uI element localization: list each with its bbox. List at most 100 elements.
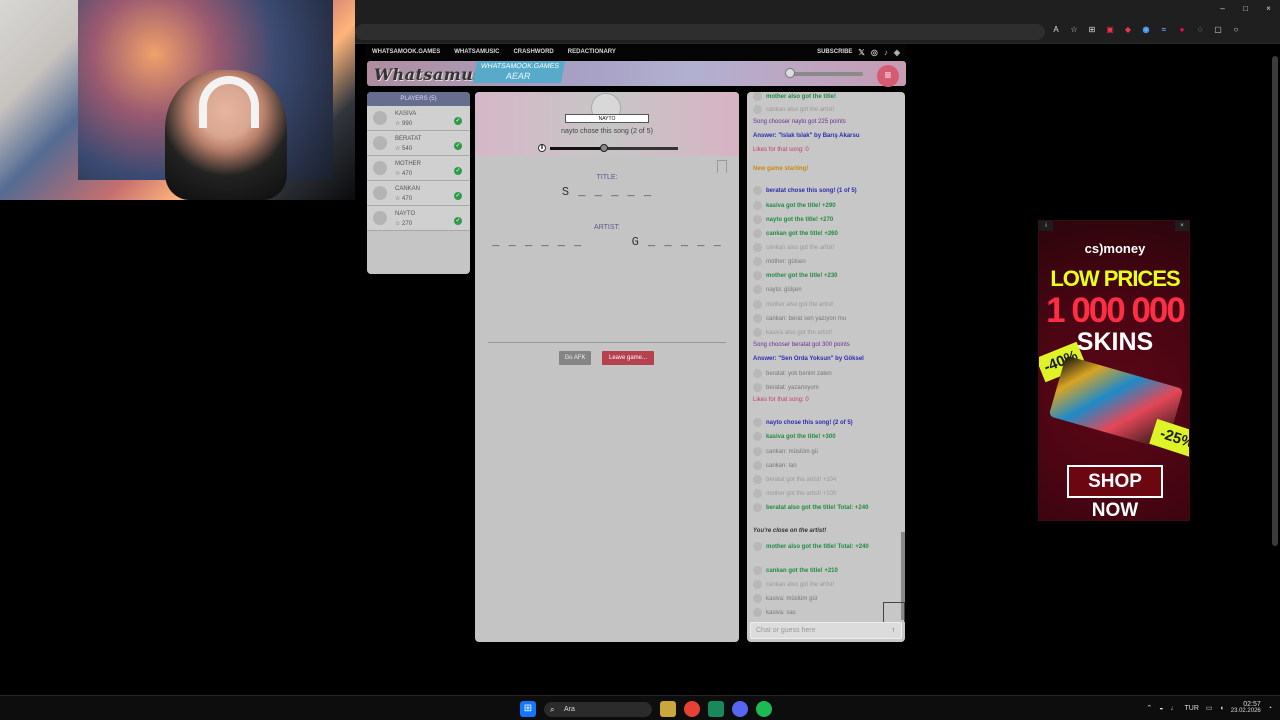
ad-amount: 1 000 000 <box>1046 291 1186 330</box>
volume-knob[interactable] <box>785 68 795 78</box>
extension-icon-8[interactable]: ▢ <box>1212 24 1224 36</box>
artist-value: _ _ _ _ _ _ G _ _ _ _ _ <box>492 235 722 249</box>
chat-message: Likes for that song: 0 <box>753 397 896 404</box>
close-icon[interactable]: × <box>1257 2 1280 16</box>
taskbar-search[interactable]: ⌕ Ara <box>544 701 652 717</box>
clock[interactable]: 02:57 23.02.2026 <box>1231 701 1261 715</box>
bookmark-icon[interactable] <box>717 160 727 173</box>
chooser-text: nayto chose this song (2 of 5) <box>561 128 653 135</box>
avatar <box>373 186 387 200</box>
notification-icon[interactable]: ◔ <box>1268 705 1272 712</box>
nav-home[interactable]: WHATSAMOOK.GAMES <box>372 49 440 55</box>
chat-message: kasiva got the title! +300 <box>753 432 896 441</box>
ad-shop-button[interactable]: SHOP NOW <box>1067 465 1163 520</box>
discord-icon[interactable]: ◈ <box>894 48 900 57</box>
chat-message: beratat chose this song! (1 of 5) <box>753 186 896 195</box>
title-label: TITLE: <box>596 174 618 181</box>
tray-expand-icon[interactable]: ⌃ <box>1146 704 1152 712</box>
leave-game-button[interactable]: Leave game... <box>602 351 654 365</box>
player-name: KASIVA <box>395 111 417 117</box>
extension-icon-2[interactable]: ▣ <box>1104 24 1116 36</box>
avatar <box>753 201 762 210</box>
nav-redactionary[interactable]: REDACTIONARY <box>568 49 616 55</box>
featured-banner[interactable]: WHATSAMOOK.GAMES AEAR <box>473 61 565 83</box>
go-afk-button[interactable]: Go AFK <box>559 351 591 365</box>
taskbar-center: ⊞ ⌕ Ara <box>520 701 772 717</box>
chrome-icon[interactable] <box>684 701 700 717</box>
song-progress-knob[interactable] <box>599 144 608 152</box>
send-icon[interactable]: ↑ <box>892 627 896 634</box>
tiktok-icon[interactable]: ♪ <box>884 48 888 57</box>
ad-close-icon[interactable]: × <box>1175 221 1189 231</box>
language-indicator[interactable]: TUR <box>1184 705 1198 712</box>
volume-slider[interactable] <box>787 72 863 76</box>
spotify-icon[interactable] <box>756 701 772 717</box>
address-bar[interactable] <box>355 24 1045 40</box>
instagram-icon[interactable]: ◎ <box>871 48 878 57</box>
chat-message: Answer: "Sen Orda Yoksun" by Göksel <box>753 356 896 363</box>
chat-message: mother got the artist! +100 <box>753 489 896 498</box>
start-icon[interactable]: ⊞ <box>520 701 536 717</box>
chat-message: cankan: lan <box>753 461 896 470</box>
extension-icon-4[interactable]: ◉ <box>1140 24 1152 36</box>
subscribe-link[interactable]: SUBSCRIBE <box>817 49 852 55</box>
chat-message-text: cankan: berat sen yazıyon mu <box>766 316 847 323</box>
chat-panel: mother also got the title! cankan also go… <box>747 92 905 642</box>
chat-message: nayto chose this song! (2 of 5) <box>753 418 896 427</box>
chat-message-text: cankan got the title! +210 <box>766 568 838 575</box>
chooser-name: NAYTO <box>565 114 649 123</box>
network-icon[interactable]: ◒ <box>1159 705 1163 712</box>
monitor-icon[interactable]: ▭ <box>1206 704 1213 712</box>
extension-icon-3[interactable]: ◆ <box>1122 24 1134 36</box>
avatar <box>753 447 762 456</box>
song-progress[interactable] <box>550 144 678 152</box>
avatar <box>373 161 387 175</box>
chat-input[interactable]: Chat or guess here ↑ <box>750 622 902 639</box>
bookmark-star-icon[interactable]: ☆ <box>1068 24 1080 36</box>
extension-icon-6[interactable]: ● <box>1176 24 1188 36</box>
players-panel: PLAYERS (5) KASIVA ☆ 990 ✓ BERATAT ☆ 540… <box>367 92 470 274</box>
microphone-icon[interactable]: ♩ <box>1170 705 1177 712</box>
profile-icon[interactable]: ○ <box>1230 24 1242 36</box>
cs-money-ad[interactable]: i × cs)money LOW PRICES 1 000 000 SKINS … <box>1038 220 1190 521</box>
player-score: ☆ 990 <box>395 121 413 127</box>
chat-message-text: beratat: yazamıyom <box>766 385 819 392</box>
avatar <box>753 542 762 551</box>
minimize-icon[interactable]: – <box>1211 2 1234 16</box>
player-row-kasiva[interactable]: KASIVA ☆ 990 ✓ <box>367 106 470 131</box>
check-icon: ✓ <box>454 142 462 150</box>
pause-icon[interactable]: Ⅱ <box>538 144 546 152</box>
extension-icon-5[interactable]: ≈ <box>1158 24 1170 36</box>
nav-crashword[interactable]: CRASHWORD <box>513 49 553 55</box>
ad-info-icon[interactable]: i <box>1039 221 1053 231</box>
player-row-beratat[interactable]: BERATAT ☆ 540 ✓ <box>367 131 470 156</box>
player-row-nayto[interactable]: NAYTO ☆ 270 ✓ <box>367 206 470 231</box>
avatar <box>753 257 762 266</box>
discord-app-icon[interactable] <box>732 701 748 717</box>
store-icon[interactable] <box>708 701 724 717</box>
chat-message-text: kasiva got the title! +290 <box>766 203 836 210</box>
maximize-icon[interactable]: □ <box>1234 2 1257 16</box>
emoji-picker[interactable] <box>883 602 905 622</box>
extension-icon-1[interactable]: ⊞ <box>1086 24 1098 36</box>
translate-icon[interactable]: A <box>1050 24 1062 36</box>
extension-icon-7[interactable]: ◌ <box>1194 24 1206 36</box>
folder-icon[interactable] <box>660 701 676 717</box>
chat-message: beratat got the artist! +104 <box>753 475 896 484</box>
player-row-cankan[interactable]: CANKAN ☆ 470 ✓ <box>367 181 470 206</box>
chat-message: Song chooser nayto got 225 points <box>753 119 896 126</box>
twitter-icon[interactable]: 𝕏 <box>858 48 864 57</box>
volume-icon[interactable]: ◖ <box>1220 705 1224 712</box>
menu-button[interactable]: ≡ <box>877 65 899 87</box>
page-scrollbar[interactable] <box>1272 56 1278 546</box>
chat-message-text: Song chooser nayto got 225 points <box>753 119 846 125</box>
player-row-mother[interactable]: MOTHER ☆ 470 ✓ <box>367 156 470 181</box>
avatar <box>753 300 762 309</box>
whatsamusic-site: WHATSAMOOK.GAMES WHATSAMUSIC CRASHWORD R… <box>365 44 906 644</box>
chat-message: cankan: berat sen yazıyon mu <box>753 314 896 323</box>
chat-message: mother also got the artist! <box>753 300 896 309</box>
player-score: ☆ 540 <box>395 146 413 152</box>
chat-message: beratat: yazamıyom <box>753 383 896 392</box>
nav-whatsamusic[interactable]: WHATSAMUSIC <box>454 49 499 55</box>
chat-message-text: cankan also got the artist! <box>766 245 835 252</box>
